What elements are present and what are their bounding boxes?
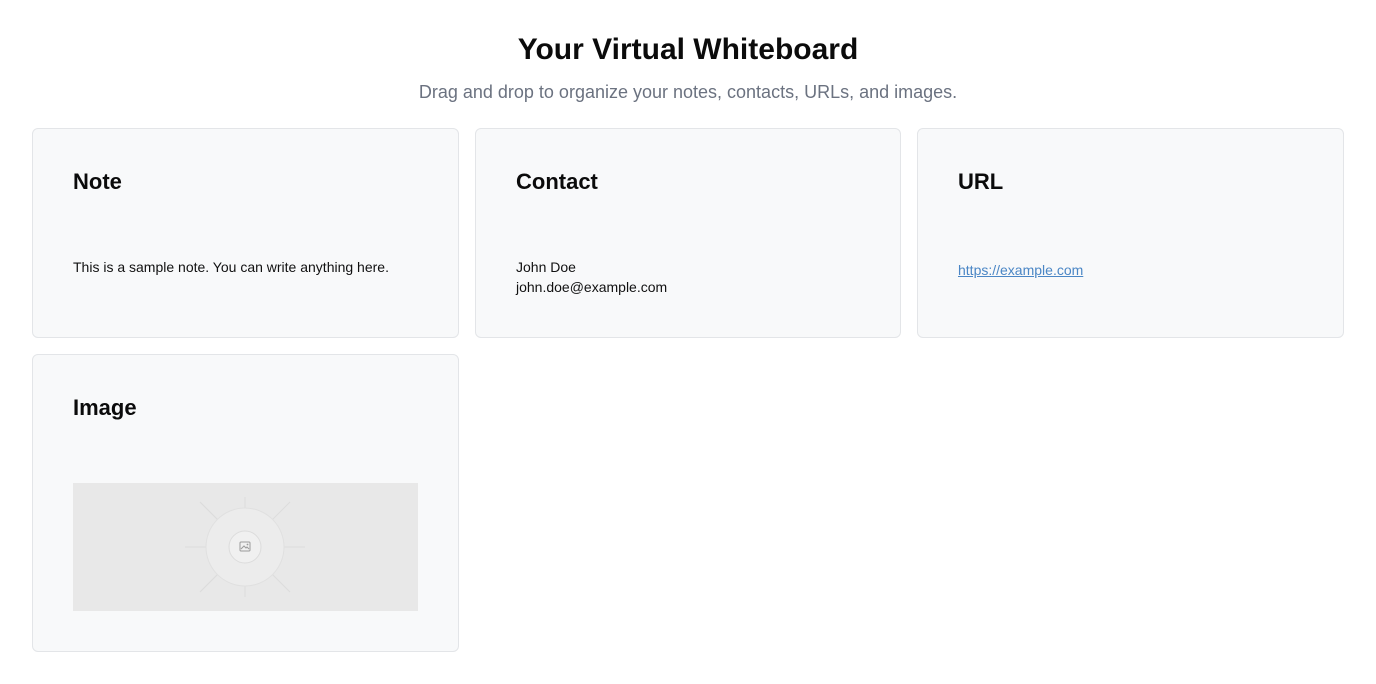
note-card-text: This is a sample note. You can write any… xyxy=(73,259,389,275)
whiteboard-board: Note This is a sample note. You can writ… xyxy=(32,128,1344,652)
contact-email: john.doe@example.com xyxy=(516,279,668,295)
contact-card[interactable]: Contact John Doe john.doe@example.com xyxy=(475,128,901,338)
url-card-body: https://example.com xyxy=(958,260,1303,280)
contact-name: John Doe xyxy=(516,259,576,275)
note-card-title: Note xyxy=(73,169,122,194)
image-placeholder xyxy=(73,483,418,611)
image-card[interactable]: Image xyxy=(32,354,459,652)
image-placeholder-graphic xyxy=(185,497,305,597)
page-subtitle: Drag and drop to organize your notes, co… xyxy=(418,82,958,102)
image-card-title: Image xyxy=(73,395,137,420)
contact-card-body: John Doe john.doe@example.com xyxy=(516,257,860,297)
header: Your Virtual Whiteboard Drag and drop to… xyxy=(0,0,1376,105)
url-link[interactable]: https://example.com xyxy=(958,262,1083,278)
whiteboard-page: Your Virtual Whiteboard Drag and drop to… xyxy=(0,0,1376,684)
page-title: Your Virtual Whiteboard xyxy=(517,33,859,66)
url-card-title: URL xyxy=(958,169,1004,194)
contact-card-title: Contact xyxy=(516,169,598,194)
url-card[interactable]: URL https://example.com xyxy=(917,128,1344,338)
note-card[interactable]: Note This is a sample note. You can writ… xyxy=(32,128,459,338)
